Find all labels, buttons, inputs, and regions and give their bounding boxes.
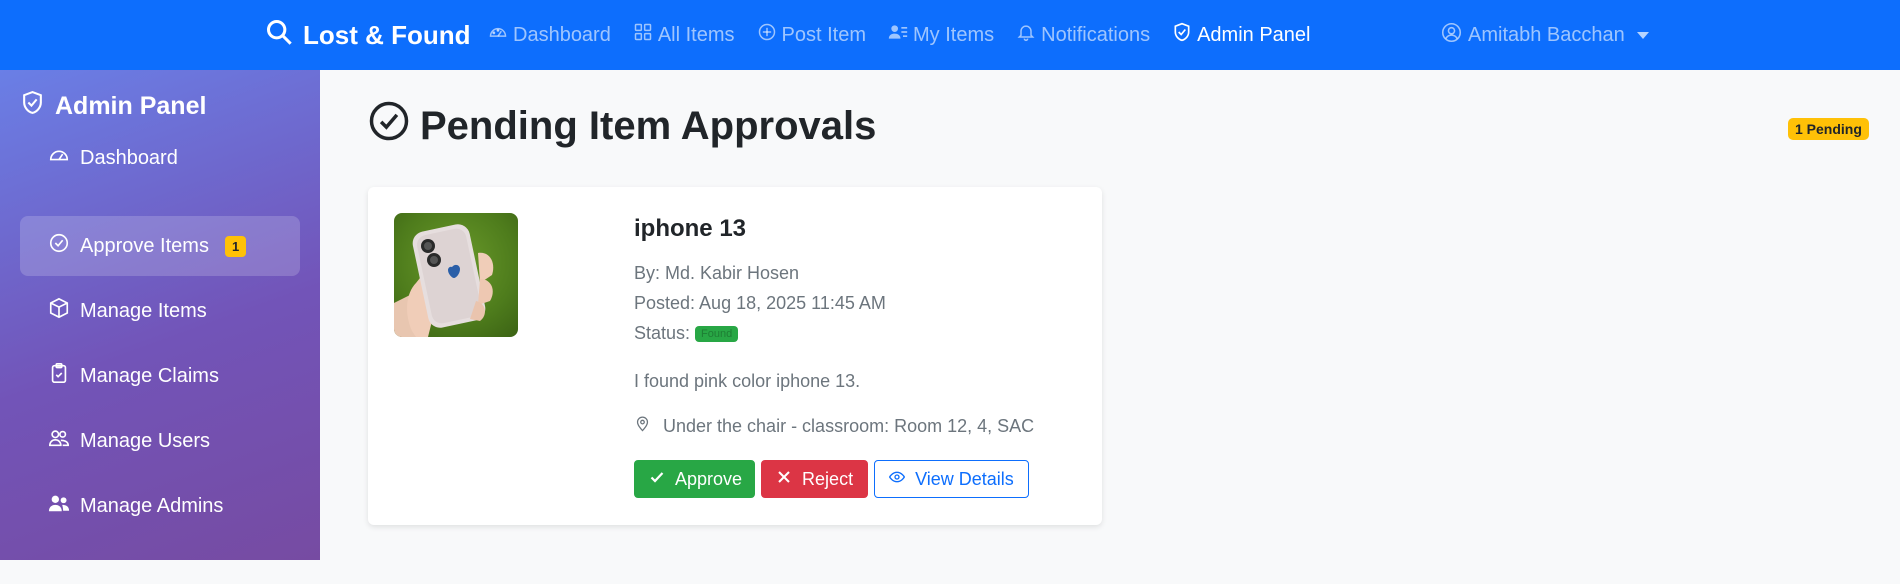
nav-link-label: Admin Panel — [1197, 23, 1311, 46]
nav-link-label: Notifications — [1041, 23, 1151, 46]
sidebar-item-manage-users[interactable]: Manage Users — [20, 411, 300, 471]
status-badge: Found — [695, 326, 739, 343]
nav-link-admin-panel[interactable]: Admin Panel — [1172, 22, 1310, 48]
person-lines-icon — [888, 22, 908, 48]
sidebar-title-text: Admin Panel — [55, 91, 207, 120]
sidebar-item-label: Manage Users — [80, 429, 211, 452]
nav-links: Dashboard All Items Post Item My Items N… — [488, 0, 1310, 70]
search-icon — [265, 18, 293, 53]
pending-count-badge: 1 — [224, 235, 247, 257]
nav-link-notifications[interactable]: Notifications — [1016, 22, 1150, 48]
nav-link-label: My Items — [913, 23, 995, 46]
item-title: iphone 13 — [634, 215, 747, 242]
check-icon — [649, 469, 665, 490]
person-circle-icon — [1441, 22, 1462, 49]
box-icon — [48, 297, 70, 325]
item-actions: Approve Reject View Details — [634, 460, 1029, 498]
brand-name: Lost & Found — [303, 19, 471, 50]
sidebar-item-label: Manage Items — [80, 299, 207, 322]
people-fill-icon — [48, 492, 70, 520]
x-icon — [776, 469, 792, 490]
sidebar-title: Admin Panel — [20, 90, 206, 122]
nav-link-post-item[interactable]: Post Item — [757, 22, 866, 48]
status-label: Status: — [634, 323, 691, 343]
nav-link-my-items[interactable]: My Items — [888, 22, 994, 48]
page-title-text: Pending Item Approvals — [420, 103, 877, 148]
item-posted-date: Posted: Aug 18, 2025 11:45 AM — [634, 293, 886, 313]
sidebar-item-manage-admins[interactable]: Manage Admins — [20, 476, 300, 536]
check-circle-icon — [48, 232, 70, 260]
caret-down-icon — [1636, 31, 1649, 39]
sidebar-item-approve-items[interactable]: Approve Items 1 — [20, 216, 300, 276]
nav-link-dashboard[interactable]: Dashboard — [488, 22, 611, 48]
approve-button[interactable]: Approve — [634, 460, 756, 498]
admin-sidebar: Admin Panel Dashboard Approve Items 1 Ma… — [0, 70, 320, 560]
eye-icon — [888, 469, 906, 490]
sidebar-item-label: Dashboard — [80, 146, 178, 169]
reject-button[interactable]: Reject — [761, 460, 869, 498]
brand-link[interactable]: Lost & Found — [265, 0, 471, 70]
sidebar-item-dashboard[interactable]: Dashboard — [20, 128, 300, 188]
page-title: Pending Item Approvals — [368, 100, 876, 152]
sidebar-item-manage-items[interactable]: Manage Items — [20, 281, 300, 341]
nav-link-label: All Items — [657, 23, 735, 46]
nav-link-all-items[interactable]: All Items — [633, 22, 735, 48]
item-description: I found pink color iphone 13. — [634, 371, 861, 391]
clipboard-check-icon — [48, 362, 70, 390]
item-photo — [394, 213, 518, 337]
sidebar-item-label: Manage Admins — [80, 494, 224, 517]
top-navbar: Lost & Found Dashboard All Items Post It… — [0, 0, 1900, 70]
pending-count-badge: 1 Pending — [1788, 118, 1869, 140]
plus-circle-icon — [757, 22, 777, 48]
sidebar-item-manage-claims[interactable]: Manage Claims — [20, 346, 300, 406]
check-circle-icon — [368, 100, 410, 152]
shield-check-icon — [1172, 22, 1192, 48]
nav-link-label: Dashboard — [513, 23, 611, 46]
bell-icon — [1016, 22, 1036, 48]
approve-label: Approve — [675, 468, 743, 489]
item-location-text: Under the chair - classroom: Room 12, 4,… — [663, 415, 1035, 436]
view-details-button[interactable]: View Details — [874, 460, 1029, 498]
user-menu-dropdown[interactable]: Amitabh Bacchan — [1441, 0, 1649, 70]
speedometer-icon — [48, 144, 70, 172]
sidebar-item-label: Manage Claims — [80, 364, 219, 387]
reject-label: Reject — [802, 468, 854, 489]
pending-item-card: iphone 13 By: Md. Kabir Hosen Posted: Au… — [368, 187, 1102, 525]
item-location: Under the chair - classroom: Room 12, 4,… — [634, 415, 1034, 437]
speedometer-icon — [488, 22, 508, 48]
grid-icon — [633, 22, 653, 48]
sidebar-item-label: Approve Items — [80, 234, 209, 257]
people-icon — [48, 427, 70, 455]
user-name: Amitabh Bacchan — [1468, 23, 1625, 46]
shield-check-icon — [20, 90, 45, 122]
nav-link-label: Post Item — [781, 23, 867, 46]
view-details-label: View Details — [915, 468, 1014, 489]
item-posted-by: By: Md. Kabir Hosen — [634, 263, 800, 283]
map-pin-icon — [634, 415, 651, 437]
item-status: Status: Found — [634, 323, 739, 344]
